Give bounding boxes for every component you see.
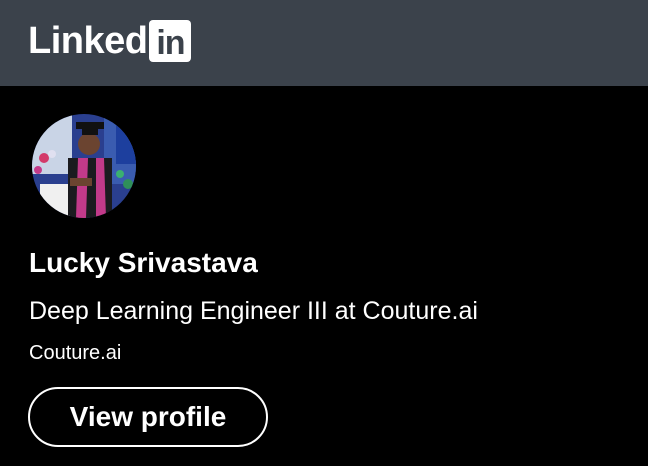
- profile-company[interactable]: Couture.ai: [29, 340, 121, 366]
- view-profile-button[interactable]: View profile: [28, 387, 268, 447]
- profile-headline: Deep Learning Engineer III at Couture.ai: [29, 297, 478, 325]
- logo-in-text: in: [156, 24, 185, 62]
- avatar-photo-icon: [32, 114, 136, 218]
- linkedin-logo[interactable]: Linked in: [28, 20, 192, 62]
- avatar[interactable]: [32, 114, 136, 218]
- linkedin-header: Linked in: [0, 0, 648, 86]
- profile-name[interactable]: Lucky Srivastava: [29, 246, 258, 280]
- logo-in-box: in: [149, 20, 192, 62]
- profile-card: Lucky Srivastava Deep Learning Engineer …: [0, 86, 648, 466]
- logo-wordmark: Linked: [28, 20, 148, 62]
